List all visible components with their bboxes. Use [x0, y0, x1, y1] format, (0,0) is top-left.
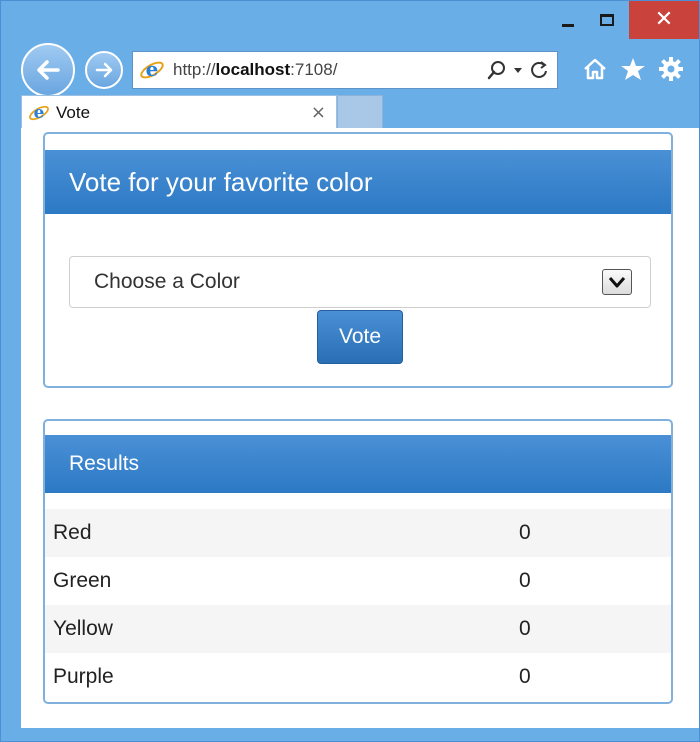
table-row: Yellow 0 — [45, 605, 671, 653]
home-icon[interactable] — [581, 55, 609, 83]
vote-panel-heading: Vote for your favorite color — [45, 150, 671, 214]
tab-close-icon[interactable]: × — [311, 102, 326, 123]
color-select-value: Choose a Color — [94, 270, 240, 293]
results-panel-heading: Results — [45, 435, 671, 493]
color-name: Yellow — [53, 617, 113, 640]
refresh-icon[interactable] — [529, 60, 549, 80]
back-icon — [37, 60, 60, 80]
color-select[interactable]: Choose a Color — [69, 256, 651, 308]
back-button[interactable] — [21, 43, 75, 97]
color-name: Purple — [53, 665, 114, 688]
tab-vote[interactable]: e Vote × — [21, 95, 337, 129]
vote-count: 0 — [519, 569, 531, 592]
svg-text:e: e — [34, 102, 45, 122]
color-name: Green — [53, 569, 112, 592]
address-bar[interactable]: e http://localhost:7108/ — [132, 51, 558, 89]
close-icon: ✕ — [654, 7, 674, 32]
minimize-icon — [562, 23, 574, 27]
vote-count: 0 — [519, 665, 531, 688]
page-content: Vote for your favorite color Choose a Co… — [21, 128, 699, 728]
ie-icon: e — [29, 102, 49, 122]
new-tab-button[interactable] — [337, 95, 383, 129]
chevron-down-icon[interactable] — [602, 269, 632, 295]
vote-count: 0 — [519, 617, 531, 640]
vote-panel: Vote for your favorite color Choose a Co… — [43, 132, 673, 388]
tab-title: Vote — [56, 102, 91, 122]
ie-icon: e — [140, 57, 164, 81]
maximize-button[interactable] — [587, 1, 627, 39]
table-row: Green 0 — [45, 557, 671, 605]
browser-window: ✕ e http://localhost:7108/ e Vote × Vote… — [0, 0, 700, 742]
results-panel: Results Red 0 Green 0 Yellow 0 Purple 0 — [43, 419, 673, 704]
vote-button[interactable]: Vote — [317, 310, 403, 364]
dropdown-icon[interactable] — [513, 65, 523, 75]
svg-text:e: e — [146, 57, 159, 81]
vote-count: 0 — [519, 521, 531, 544]
favorites-icon[interactable] — [619, 55, 647, 83]
minimize-button[interactable] — [549, 1, 587, 39]
color-name: Red — [53, 521, 92, 544]
settings-icon[interactable] — [657, 55, 685, 83]
table-row: Purple 0 — [45, 653, 671, 701]
forward-icon — [95, 62, 113, 78]
forward-button[interactable] — [85, 51, 123, 89]
maximize-icon — [600, 14, 614, 26]
search-icon[interactable] — [487, 60, 507, 80]
table-row: Red 0 — [45, 509, 671, 557]
results-table: Red 0 Green 0 Yellow 0 Purple 0 — [45, 509, 671, 701]
close-window-button[interactable]: ✕ — [629, 1, 699, 39]
url-text[interactable]: http://localhost:7108/ — [173, 60, 337, 80]
